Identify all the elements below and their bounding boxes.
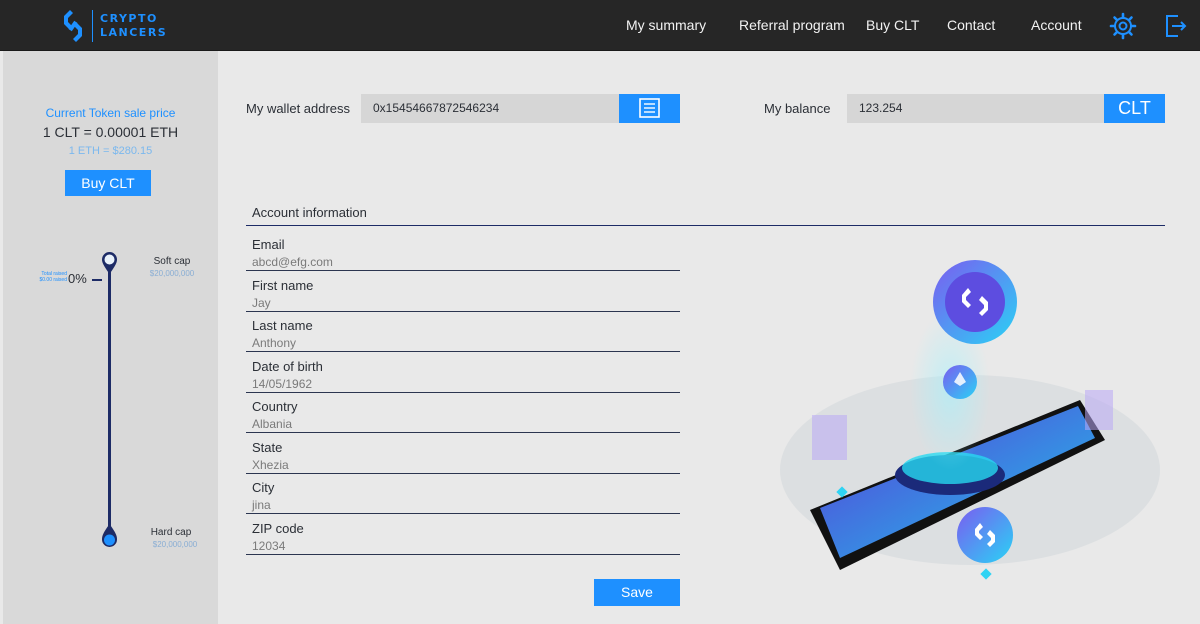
token-price-title: Current Token sale price <box>45 106 176 120</box>
nav-my-summary[interactable]: My summary <box>626 0 706 51</box>
date-of-birth-label: Date of birth <box>252 359 323 374</box>
crypto-lancers-logo[interactable]: CRYPTO LANCERS <box>60 8 170 44</box>
account-title-divider <box>246 225 1165 226</box>
state-label: State <box>252 440 283 455</box>
country-label: Country <box>252 399 298 414</box>
first-name-label: First name <box>252 278 314 293</box>
balance-unit-badge: CLT <box>1104 94 1165 123</box>
email-field[interactable]: Email abcd@efg.com <box>246 230 680 271</box>
save-button[interactable]: Save <box>594 579 680 606</box>
zip-code-value[interactable]: 12034 <box>252 539 285 553</box>
soft-cap-value: $20,000,000 <box>149 269 195 278</box>
city-field[interactable]: City jina <box>246 473 680 514</box>
crypto-phone-illustration <box>780 260 1160 580</box>
logo-divider <box>92 10 93 42</box>
first-name-field[interactable]: First name Jay <box>246 271 680 312</box>
email-label: Email <box>252 237 285 252</box>
top-navigation-bar: CRYPTO LANCERS My summary Referral progr… <box>0 0 1200 51</box>
first-name-value[interactable]: Jay <box>252 296 271 310</box>
copy-wallet-button[interactable] <box>619 94 680 123</box>
total-raised: Total raised $0.00 raised <box>31 271 67 283</box>
date-of-birth-field[interactable]: Date of birth 14/05/1962 <box>246 352 680 393</box>
balance-label: My balance <box>764 101 831 116</box>
state-field[interactable]: State Xhezia <box>246 433 680 474</box>
token-price-value: 1 CLT = 0.00001 ETH <box>42 124 179 140</box>
state-value[interactable]: Xhezia <box>252 458 289 472</box>
hard-cap-label: Hard cap <box>150 527 192 538</box>
logo-text-line1: CRYPTO <box>100 12 158 25</box>
zip-code-field[interactable]: ZIP code 12034 <box>246 514 680 555</box>
soft-cap-marker-icon <box>102 252 117 274</box>
logo-mark-icon <box>64 10 82 42</box>
city-label: City <box>252 480 275 495</box>
nav-account[interactable]: Account <box>1031 0 1082 51</box>
city-value[interactable]: jina <box>252 498 271 512</box>
balance-field: 123.254 <box>847 94 1104 123</box>
zip-code-label: ZIP code <box>252 521 304 536</box>
hard-cap-marker-icon <box>102 524 117 547</box>
nav-buy-clt[interactable]: Buy CLT <box>866 0 919 51</box>
hard-cap-value: $20,000,000 <box>152 540 198 549</box>
country-value[interactable]: Albania <box>252 417 292 431</box>
document-icon <box>639 98 660 118</box>
logo-text-line2: LANCERS <box>100 26 168 39</box>
country-field[interactable]: Country Albania <box>246 392 680 433</box>
soft-cap-label: Soft cap <box>153 256 191 267</box>
gear-icon[interactable] <box>1108 11 1138 41</box>
raised-indicator-dash <box>92 279 102 281</box>
sale-progress-track <box>108 263 111 535</box>
logout-icon[interactable] <box>1160 11 1190 41</box>
nav-referral-program[interactable]: Referral program <box>739 0 845 51</box>
date-of-birth-value[interactable]: 14/05/1962 <box>252 377 312 391</box>
total-raised-value: $0.00 raised <box>39 277 67 283</box>
nav-contact[interactable]: Contact <box>947 0 995 51</box>
raised-percent: 0% <box>68 271 87 286</box>
account-information-title: Account information <box>252 205 367 220</box>
logo-text: CRYPTO LANCERS <box>100 12 167 40</box>
token-sale-sidebar: Current Token sale price 1 CLT = 0.00001… <box>3 51 218 624</box>
eth-rate: 1 ETH = $280.15 <box>68 145 153 157</box>
wallet-address-field[interactable]: 0x15454667872546234 <box>361 94 619 123</box>
email-value[interactable]: abcd@efg.com <box>252 255 333 269</box>
wallet-address-label: My wallet address <box>246 101 351 116</box>
last-name-value[interactable]: Anthony <box>252 336 296 350</box>
buy-clt-button[interactable]: Buy CLT <box>65 170 151 196</box>
last-name-label: Last name <box>252 318 313 333</box>
last-name-field[interactable]: Last name Anthony <box>246 311 680 352</box>
